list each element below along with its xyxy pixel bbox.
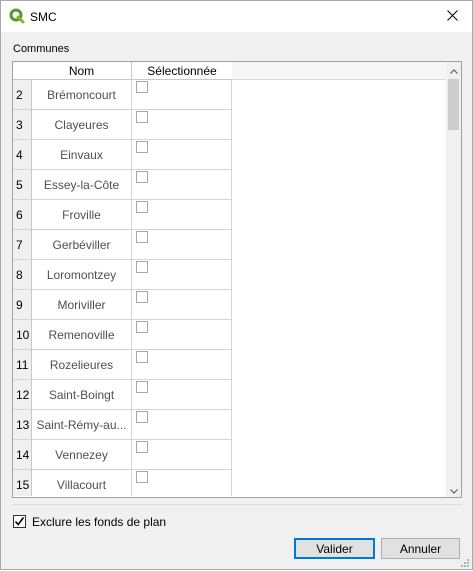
scrollbar-thumb[interactable]: [448, 79, 459, 130]
row-number[interactable]: 5: [13, 170, 32, 200]
cell-nom[interactable]: Essey-la-Côte: [32, 170, 132, 200]
cell-nom[interactable]: Vennezey: [32, 440, 132, 470]
cell-selectionnee[interactable]: [132, 260, 232, 290]
exclude-basemaps-checkbox[interactable]: [13, 515, 26, 528]
cell-selectionnee[interactable]: [132, 140, 232, 170]
selected-checkbox[interactable]: [136, 471, 148, 483]
selected-checkbox[interactable]: [136, 81, 148, 93]
cell-selectionnee[interactable]: [132, 470, 232, 496]
cell-nom[interactable]: Clayeures: [32, 110, 132, 140]
cell-nom[interactable]: Remenoville: [32, 320, 132, 350]
cell-selectionnee[interactable]: [132, 440, 232, 470]
row-number[interactable]: 15: [13, 470, 32, 496]
row-number[interactable]: 14: [13, 440, 32, 470]
cancel-button[interactable]: Annuler: [381, 538, 460, 559]
cell-selectionnee[interactable]: [132, 110, 232, 140]
header-empty-area: [232, 62, 446, 80]
table-row[interactable]: 8 Loromontzey: [13, 260, 232, 290]
column-header-nom[interactable]: Nom: [32, 62, 132, 80]
cell-selectionnee[interactable]: [132, 380, 232, 410]
table-body: 2 Brémoncourt 3 Clayeures 4 Einvaux 5 Essey-la-…: [13, 80, 232, 496]
cell-nom[interactable]: Saint-Boingt: [32, 380, 132, 410]
table-row[interactable]: 14 Vennezey: [13, 440, 232, 470]
cell-selectionnee[interactable]: [132, 200, 232, 230]
title-bar[interactable]: SMC: [1, 1, 472, 32]
row-number[interactable]: 11: [13, 350, 32, 380]
vertical-scrollbar[interactable]: [446, 62, 461, 497]
table-row[interactable]: 7 Gerbéviller: [13, 230, 232, 260]
cell-selectionnee[interactable]: [132, 80, 232, 110]
row-number[interactable]: 8: [13, 260, 32, 290]
window-title: SMC: [30, 10, 57, 24]
resize-grip-icon[interactable]: [460, 557, 470, 567]
dialog-window: SMC Communes Nom Sélectionnée 2 Brémoncou…: [0, 0, 473, 570]
row-number[interactable]: 3: [13, 110, 32, 140]
table-row[interactable]: 12 Saint-Boingt: [13, 380, 232, 410]
row-number[interactable]: 12: [13, 380, 32, 410]
selected-checkbox[interactable]: [136, 381, 148, 393]
cell-selectionnee[interactable]: [132, 320, 232, 350]
cell-selectionnee[interactable]: [132, 170, 232, 200]
row-number[interactable]: 2: [13, 80, 32, 110]
checkmark-icon: [14, 517, 25, 526]
selected-checkbox[interactable]: [136, 231, 148, 243]
cell-selectionnee[interactable]: [132, 230, 232, 260]
cell-nom[interactable]: Einvaux: [32, 140, 132, 170]
close-icon: [446, 9, 458, 24]
selected-checkbox[interactable]: [136, 441, 148, 453]
close-button[interactable]: [432, 1, 472, 32]
table-corner-header[interactable]: [13, 62, 32, 80]
column-header-selectionnee[interactable]: Sélectionnée: [132, 62, 232, 80]
row-number[interactable]: 9: [13, 290, 32, 320]
selected-checkbox[interactable]: [136, 201, 148, 213]
cell-nom[interactable]: Brémoncourt: [32, 80, 132, 110]
cell-nom[interactable]: Rozelieures: [32, 350, 132, 380]
selected-checkbox[interactable]: [136, 351, 148, 363]
selected-checkbox[interactable]: [136, 261, 148, 273]
communes-group-label: Communes: [13, 43, 70, 55]
selected-checkbox[interactable]: [136, 291, 148, 303]
cell-nom[interactable]: Moriviller: [32, 290, 132, 320]
exclude-basemaps-label[interactable]: Exclure les fonds de plan: [32, 515, 166, 529]
table-row[interactable]: 3 Clayeures: [13, 110, 232, 140]
table-row[interactable]: 9 Moriviller: [13, 290, 232, 320]
selected-checkbox[interactable]: [136, 321, 148, 333]
cell-nom[interactable]: Gerbéviller: [32, 230, 132, 260]
selected-checkbox[interactable]: [136, 141, 148, 153]
table-row[interactable]: 11 Rozelieures: [13, 350, 232, 380]
selected-checkbox[interactable]: [136, 111, 148, 123]
selected-checkbox[interactable]: [136, 171, 148, 183]
table-row[interactable]: 2 Brémoncourt: [13, 80, 232, 110]
row-number[interactable]: 7: [13, 230, 32, 260]
table-row[interactable]: 6 Froville: [13, 200, 232, 230]
cell-nom[interactable]: Froville: [32, 200, 132, 230]
qgis-icon: [9, 8, 25, 24]
cell-nom[interactable]: Loromontzey: [32, 260, 132, 290]
table-row[interactable]: 10 Remenoville: [13, 320, 232, 350]
row-number[interactable]: 13: [13, 410, 32, 440]
scroll-up-button[interactable]: [446, 62, 461, 77]
chevron-down-icon: [449, 483, 458, 497]
cell-selectionnee[interactable]: [132, 290, 232, 320]
communes-table[interactable]: Nom Sélectionnée 2 Brémoncourt 3 Clayeures 4…: [12, 61, 462, 498]
separator: [12, 504, 462, 505]
cell-selectionnee[interactable]: [132, 350, 232, 380]
chevron-up-icon: [449, 63, 458, 77]
validate-button[interactable]: Valider: [294, 538, 375, 559]
table-row[interactable]: 15 Villacourt: [13, 470, 232, 496]
scroll-down-button[interactable]: [446, 482, 461, 497]
row-number[interactable]: 6: [13, 200, 32, 230]
table-row[interactable]: 4 Einvaux: [13, 140, 232, 170]
selected-checkbox[interactable]: [136, 411, 148, 423]
cell-nom[interactable]: Saint-Rémy-au...: [32, 410, 132, 440]
table-row[interactable]: 5 Essey-la-Côte: [13, 170, 232, 200]
cell-nom[interactable]: Villacourt: [32, 470, 132, 496]
table-row[interactable]: 13 Saint-Rémy-au...: [13, 410, 232, 440]
row-number[interactable]: 10: [13, 320, 32, 350]
row-number[interactable]: 4: [13, 140, 32, 170]
cell-selectionnee[interactable]: [132, 410, 232, 440]
